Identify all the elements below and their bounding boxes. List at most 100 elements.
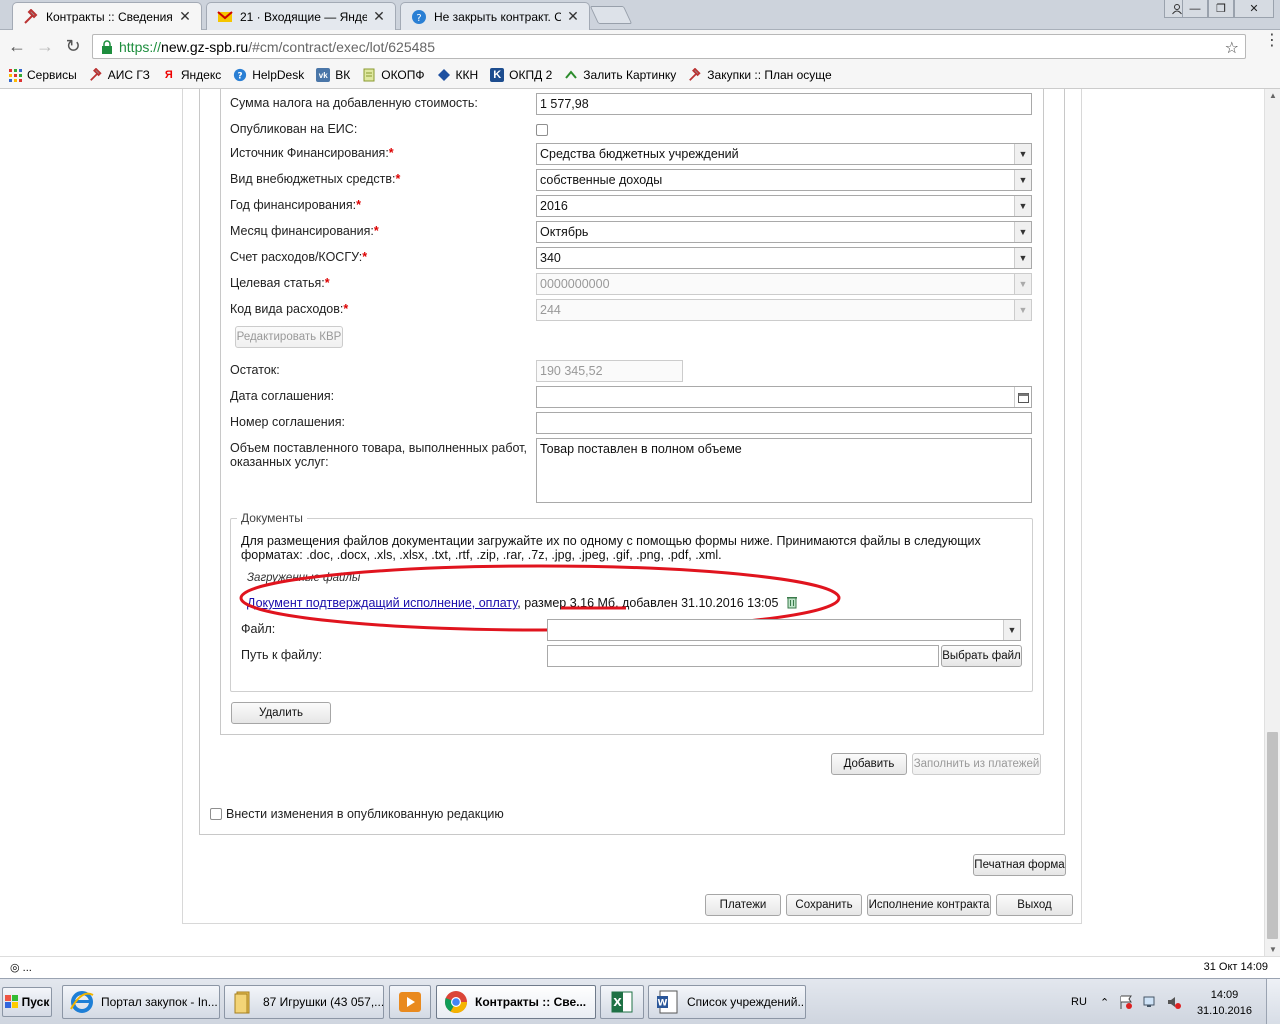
- reload-icon[interactable]: ↻: [62, 36, 84, 56]
- clock-time: 14:09: [1210, 989, 1239, 1001]
- task-label: 87 Игрушки (43 057,...: [263, 995, 384, 1009]
- agreement-number-input[interactable]: [536, 412, 1032, 434]
- page-scrollbar[interactable]: ▲ ▼: [1264, 89, 1280, 956]
- funding-month-select[interactable]: Октябрь ▼: [536, 221, 1032, 243]
- bookmark-vk[interactable]: vk ВК: [316, 68, 350, 82]
- diamond-icon: [437, 68, 451, 82]
- apply-changes-checkbox[interactable]: [210, 808, 222, 820]
- new-tab-button[interactable]: [589, 6, 633, 24]
- forward-icon[interactable]: →: [34, 36, 56, 56]
- bookmark-services[interactable]: Сервисы: [8, 68, 77, 82]
- help-icon: ?: [412, 9, 426, 24]
- scroll-up-icon[interactable]: ▲: [1269, 91, 1277, 100]
- bookmark-upload-image[interactable]: Залить Картинку: [564, 68, 676, 82]
- chevron-down-icon: ▼: [1003, 620, 1020, 640]
- browse-file-button[interactable]: Выбрать файл: [941, 645, 1022, 667]
- bookmark-yandex[interactable]: Я Яндекс: [162, 68, 221, 82]
- volume-textarea[interactable]: Товар поставлен в полном объеме: [536, 438, 1032, 503]
- bookmark-zakupki-plan[interactable]: Закупки :: План осуще: [688, 68, 832, 82]
- print-form-button[interactable]: Печатная форма: [973, 854, 1066, 876]
- tab-title: 21 · Входящие — Яндекс.: [240, 9, 367, 24]
- close-icon[interactable]: ✕: [565, 8, 581, 25]
- bookmark-label: Закупки :: План осуще: [707, 68, 832, 82]
- scroll-down-icon[interactable]: ▼: [1269, 945, 1277, 954]
- word-icon: W: [657, 990, 678, 1014]
- expense-account-label: Счет расходов/КОСГУ:*: [230, 250, 368, 264]
- uploaded-file-link[interactable]: Документ подтверждащий исполнение, оплат…: [247, 596, 517, 610]
- funding-source-label: Источник Финансирования:*: [230, 146, 394, 160]
- chevron-down-icon: ▼: [1014, 196, 1031, 216]
- delete-file-icon[interactable]: [785, 595, 799, 609]
- tab-yandex-mail[interactable]: 21 · Входящие — Яндекс. ✕: [206, 2, 396, 30]
- clock-date: 31.10.2016: [1196, 1005, 1252, 1017]
- expense-type-code-label: Код вида расходов:*: [230, 302, 349, 316]
- minimize-icon[interactable]: —: [1182, 0, 1208, 18]
- language-indicator[interactable]: RU: [1071, 979, 1087, 1024]
- network-icon[interactable]: [1142, 979, 1158, 1024]
- bookmark-star-icon[interactable]: ☆: [1225, 38, 1239, 58]
- task-chrome[interactable]: Контракты :: Све...: [436, 985, 596, 1019]
- close-window-icon[interactable]: ✕: [1234, 0, 1274, 18]
- task-excel[interactable]: X: [600, 985, 644, 1019]
- task-folder[interactable]: 87 Игрушки (43 057,...: [224, 985, 384, 1019]
- flag-icon[interactable]: [1118, 979, 1134, 1024]
- delete-button[interactable]: Удалить: [231, 702, 331, 724]
- funding-year-select[interactable]: 2016 ▼: [536, 195, 1032, 217]
- exit-button[interactable]: Выход: [996, 894, 1073, 916]
- offbudget-type-select[interactable]: собственные доходы ▼: [536, 169, 1032, 191]
- agreement-date-label: Дата соглашения:: [230, 389, 335, 403]
- calendar-icon[interactable]: [1014, 387, 1031, 407]
- svg-text:W: W: [658, 999, 668, 1009]
- taskbar-clock[interactable]: 14:09 31.10.2016: [1197, 987, 1252, 1019]
- close-icon[interactable]: ✕: [177, 8, 193, 25]
- balance-input[interactable]: 190 345,52: [536, 360, 683, 382]
- bookmark-label: ВК: [335, 68, 351, 82]
- tray-expand-icon[interactable]: ⌃: [1100, 979, 1109, 1024]
- fill-from-payments-button[interactable]: Заполнить из платежей: [912, 753, 1041, 775]
- vat-input[interactable]: 1 577,98: [536, 93, 1032, 115]
- add-button[interactable]: Добавить: [831, 753, 907, 775]
- edit-kvr-button[interactable]: Редактировать КВР: [235, 326, 343, 348]
- agreement-date-input[interactable]: [536, 386, 1032, 408]
- uploaded-files-caption: Загруженные файлы: [247, 572, 361, 584]
- windows-taskbar: Пуск Портал закупок - In... 87 Игрушки (…: [0, 978, 1280, 1024]
- bookmark-kkn[interactable]: ККН: [437, 68, 478, 82]
- back-icon[interactable]: ←: [6, 36, 28, 56]
- expense-account-select[interactable]: 340 ▼: [536, 247, 1032, 269]
- task-media[interactable]: [389, 985, 431, 1019]
- funding-source-select[interactable]: Средства бюджетных учреждений ▼: [536, 143, 1032, 165]
- bookmark-okpd2[interactable]: K ОКПД 2: [490, 68, 552, 82]
- bookmark-helpdesk[interactable]: ? HelpDesk: [233, 68, 304, 82]
- volume-icon[interactable]: [1166, 979, 1182, 1024]
- file-select[interactable]: ▼: [547, 619, 1021, 641]
- url-host: new.gz-spb.ru: [161, 38, 249, 55]
- tab-question[interactable]: ? Не закрыть контракт. ОШ ✕: [400, 2, 590, 30]
- file-path-input[interactable]: [547, 645, 939, 667]
- bookmark-okopf[interactable]: ОКОПФ: [362, 68, 425, 82]
- payments-button[interactable]: Платежи: [705, 894, 781, 916]
- start-button[interactable]: Пуск: [2, 987, 52, 1017]
- tab-contracts[interactable]: Контракты :: Сведения о ✕: [12, 2, 202, 30]
- contract-execution-button[interactable]: Исполнение контракта: [867, 894, 991, 916]
- svg-text:?: ?: [238, 72, 243, 82]
- published-label: Опубликован на ЕИС:: [230, 122, 358, 136]
- close-icon[interactable]: ✕: [371, 8, 387, 25]
- bookmark-ais-gz[interactable]: АИС ГЗ: [89, 68, 150, 82]
- address-bar[interactable]: https://new.gz-spb.ru/#cm/contract/exec/…: [92, 34, 1246, 59]
- arrows-icon: [564, 68, 578, 82]
- save-button[interactable]: Сохранить: [786, 894, 862, 916]
- task-word[interactable]: W Список учреждений...: [648, 985, 806, 1019]
- menu-icon[interactable]: ⋮: [1264, 33, 1280, 49]
- scrollbar-thumb[interactable]: [1267, 732, 1278, 939]
- task-ie[interactable]: Портал закупок - In...: [62, 985, 220, 1019]
- published-checkbox[interactable]: [536, 124, 548, 136]
- chrome-icon: [445, 991, 467, 1013]
- target-article-select[interactable]: 0000000000 ▼: [536, 273, 1032, 295]
- expense-type-code-select[interactable]: 244 ▼: [536, 299, 1032, 321]
- bookmarks-bar: Сервисы АИС ГЗ Я Яндекс ? HelpDesk vk ВК…: [0, 62, 1280, 89]
- restore-icon[interactable]: ❐: [1208, 0, 1234, 18]
- yandex-icon: Я: [164, 69, 173, 81]
- documents-legend: Документы: [237, 511, 307, 525]
- tools-icon: [24, 8, 38, 24]
- show-desktop-button[interactable]: [1266, 979, 1280, 1024]
